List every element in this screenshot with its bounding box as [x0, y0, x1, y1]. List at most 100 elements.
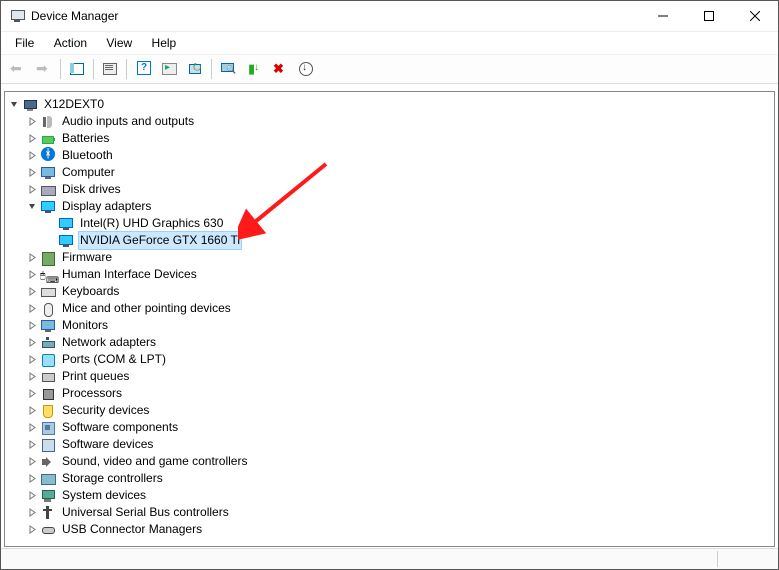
tree-item-label: Human Interface Devices	[60, 266, 199, 283]
category-monitor[interactable]: Monitors	[5, 317, 774, 334]
device-tree[interactable]: X12DEXT0Audio inputs and outputsBatterie…	[4, 91, 775, 547]
expand-toggle[interactable]	[25, 250, 40, 265]
hid-icon	[40, 267, 56, 283]
expand-toggle[interactable]	[25, 454, 40, 469]
category-cpu[interactable]: Processors	[5, 385, 774, 402]
expand-toggle[interactable]	[25, 386, 40, 401]
audio-icon	[40, 114, 56, 130]
expand-toggle[interactable]	[25, 148, 40, 163]
collapse-toggle[interactable]	[7, 97, 22, 112]
category-fw[interactable]: Firmware	[5, 249, 774, 266]
expand-toggle[interactable]	[25, 352, 40, 367]
tree-item-label: Security devices	[60, 402, 151, 419]
category-swc[interactable]: Software components	[5, 419, 774, 436]
device-item[interactable]: NVIDIA GeForce GTX 1660 Ti	[5, 232, 774, 249]
menu-file[interactable]: File	[7, 34, 42, 52]
category-net[interactable]: Network adapters	[5, 334, 774, 351]
category-bt[interactable]: Bluetooth	[5, 147, 774, 164]
display-adapter-icon	[58, 216, 74, 232]
category-swd[interactable]: Software devices	[5, 436, 774, 453]
minimize-button[interactable]	[640, 1, 686, 31]
toolbar-forward[interactable]	[32, 58, 56, 80]
expand-toggle[interactable]	[25, 182, 40, 197]
toolbar-uninstall-device[interactable]	[268, 58, 292, 80]
snd-icon	[40, 454, 56, 470]
category-usb[interactable]: Universal Serial Bus controllers	[5, 504, 774, 521]
category-kb[interactable]: Keyboards	[5, 283, 774, 300]
status-bar	[1, 548, 778, 569]
category-disk[interactable]: Disk drives	[5, 181, 774, 198]
menu-view[interactable]: View	[98, 34, 140, 52]
maximize-button[interactable]	[686, 1, 732, 31]
category-display[interactable]: Display adapters	[5, 198, 774, 215]
expand-toggle[interactable]	[25, 437, 40, 452]
category-computer[interactable]: Computer	[5, 164, 774, 181]
toolbar-update-driver[interactable]	[183, 58, 207, 80]
tree-item-label: Bluetooth	[60, 147, 115, 164]
expand-toggle[interactable]	[25, 471, 40, 486]
tree-item-label: Monitors	[60, 317, 110, 334]
expand-toggle[interactable]	[25, 165, 40, 180]
uninstall-icon	[272, 61, 288, 77]
category-sys[interactable]: System devices	[5, 487, 774, 504]
tree-item-label: Ports (COM & LPT)	[60, 351, 168, 368]
collapse-toggle[interactable]	[25, 199, 40, 214]
tree-item-label: Disk drives	[60, 181, 123, 198]
tree-item-label: Batteries	[60, 130, 111, 147]
toolbar-action-center[interactable]	[157, 58, 181, 80]
window-title: Device Manager	[31, 9, 118, 23]
net-icon	[40, 335, 56, 351]
toolbar-scan-hardware[interactable]	[216, 58, 240, 80]
expand-toggle[interactable]	[25, 267, 40, 282]
toolbar-help[interactable]	[131, 58, 155, 80]
expand-toggle[interactable]	[25, 488, 40, 503]
expand-toggle[interactable]	[25, 131, 40, 146]
expand-toggle[interactable]	[25, 301, 40, 316]
category-battery[interactable]: Batteries	[5, 130, 774, 147]
expand-toggle[interactable]	[25, 403, 40, 418]
expand-toggle[interactable]	[25, 505, 40, 520]
device-item[interactable]: Intel(R) UHD Graphics 630	[5, 215, 774, 232]
expand-toggle[interactable]	[25, 335, 40, 350]
toolbar-properties[interactable]	[98, 58, 122, 80]
root-node[interactable]: X12DEXT0	[5, 96, 774, 113]
cpu-icon	[40, 386, 56, 402]
tree-item-label: Processors	[60, 385, 124, 402]
category-usbc[interactable]: USB Connector Managers	[5, 521, 774, 538]
toolbar-enable-device[interactable]	[242, 58, 266, 80]
tree-item-label: USB Connector Managers	[60, 521, 204, 538]
fw-icon	[40, 250, 56, 266]
category-mouse[interactable]: Mice and other pointing devices	[5, 300, 774, 317]
category-snd[interactable]: Sound, video and game controllers	[5, 453, 774, 470]
tree-item-label: Network adapters	[60, 334, 158, 351]
expand-toggle[interactable]	[25, 420, 40, 435]
category-hid[interactable]: Human Interface Devices	[5, 266, 774, 283]
toolbar-separator	[93, 59, 94, 79]
toolbar-back[interactable]	[6, 58, 30, 80]
expand-toggle[interactable]	[25, 318, 40, 333]
toolbar-add-legacy[interactable]	[294, 58, 318, 80]
computer-icon	[22, 97, 38, 113]
mouse-icon	[40, 301, 56, 317]
expand-toggle[interactable]	[25, 114, 40, 129]
expand-toggle[interactable]	[25, 284, 40, 299]
tree-item-label: Audio inputs and outputs	[60, 113, 196, 130]
expand-toggle[interactable]	[25, 522, 40, 537]
menu-help[interactable]: Help	[144, 34, 185, 52]
menu-action[interactable]: Action	[46, 34, 95, 52]
sw2-icon	[40, 437, 56, 453]
tree-item-label: Computer	[60, 164, 117, 181]
category-audio[interactable]: Audio inputs and outputs	[5, 113, 774, 130]
expand-toggle[interactable]	[25, 369, 40, 384]
sw-icon	[40, 420, 56, 436]
monitor-icon	[40, 165, 56, 181]
toolbar-separator	[60, 59, 61, 79]
category-prt[interactable]: Print queues	[5, 368, 774, 385]
toolbar-show-hide-tree[interactable]	[65, 58, 89, 80]
category-port[interactable]: Ports (COM & LPT)	[5, 351, 774, 368]
help-icon	[135, 61, 151, 77]
category-stor[interactable]: Storage controllers	[5, 470, 774, 487]
category-sec[interactable]: Security devices	[5, 402, 774, 419]
close-button[interactable]	[732, 1, 778, 31]
tree-item-label: Intel(R) UHD Graphics 630	[78, 215, 225, 232]
